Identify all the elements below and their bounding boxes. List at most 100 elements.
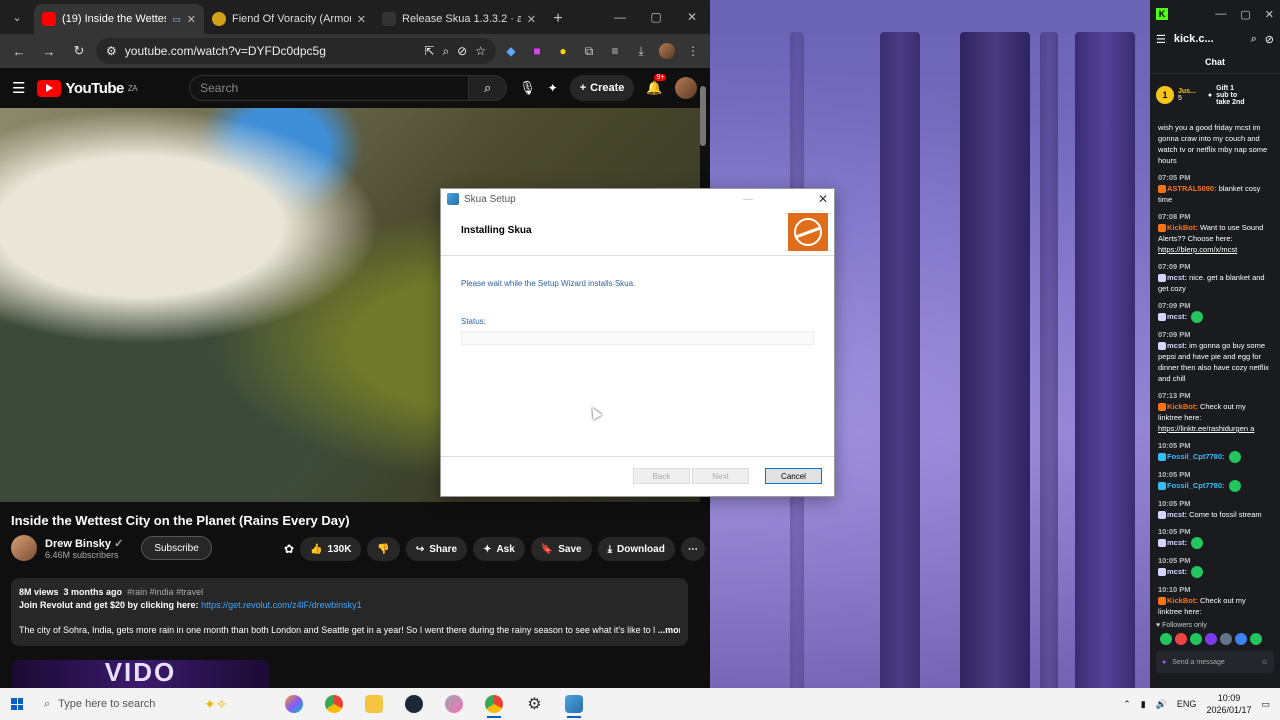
message-link[interactable]: https://blerp.com/x/mcst bbox=[1158, 244, 1272, 255]
steam-app-icon[interactable] bbox=[397, 688, 431, 720]
back-button[interactable]: Back bbox=[633, 468, 690, 484]
message-username[interactable]: mcst: bbox=[1167, 538, 1187, 547]
message-link[interactable]: https://linktr.ee/rashidurgen a bbox=[1158, 423, 1272, 434]
channel-avatar[interactable] bbox=[11, 535, 37, 561]
like-button[interactable]: 👍 130K bbox=[300, 537, 362, 561]
start-button[interactable] bbox=[0, 688, 34, 720]
emote-icon[interactable] bbox=[1220, 633, 1232, 645]
new-tab-button[interactable]: + bbox=[544, 4, 572, 34]
recommended-thumbnail[interactable]: VIDO bbox=[12, 660, 269, 688]
minimize-icon[interactable]: — bbox=[602, 0, 638, 34]
maximize-icon[interactable]: ▢ bbox=[638, 0, 674, 34]
chrome-app-icon[interactable] bbox=[317, 688, 351, 720]
bookmark-star-icon[interactable]: ☆ bbox=[475, 44, 486, 58]
next-button[interactable]: Next bbox=[692, 468, 749, 484]
message-username[interactable]: ASTRAL5090: bbox=[1167, 184, 1217, 193]
save-button[interactable]: 🔖 Save bbox=[530, 537, 592, 561]
address-bar[interactable]: ⚙ youtube.com/watch?v=DYFDc0dpc5g ⇱ ⌕ ⊘ … bbox=[96, 38, 496, 64]
eye-off-icon[interactable]: ⊘ bbox=[1265, 33, 1274, 46]
message-username[interactable]: KickBot: bbox=[1167, 596, 1198, 605]
download-button[interactable]: ⤓ Download bbox=[597, 537, 675, 561]
volume-icon[interactable]: 🔊 bbox=[1156, 699, 1167, 710]
hamburger-menu-icon[interactable]: ☰ bbox=[12, 79, 25, 97]
zoom-icon[interactable]: ⌕ bbox=[442, 44, 449, 59]
chrome-profile-app-icon[interactable] bbox=[477, 688, 511, 720]
installer-app-icon[interactable] bbox=[557, 688, 591, 720]
tune-icon[interactable]: ☰ bbox=[1156, 33, 1166, 46]
puzzle-icon[interactable]: ⧉ bbox=[578, 40, 600, 62]
profile-avatar-icon[interactable] bbox=[656, 40, 678, 62]
dislike-button[interactable]: 👎 bbox=[367, 537, 400, 561]
close-tab-icon[interactable]: ✕ bbox=[187, 13, 196, 26]
message-username[interactable]: mcst: bbox=[1167, 312, 1187, 321]
microphone-icon[interactable]: ▮ bbox=[1141, 699, 1146, 710]
channel-name[interactable]: Drew Binsky ✓ bbox=[45, 537, 123, 550]
more-actions-button[interactable]: ⋯ bbox=[680, 537, 705, 561]
gift-cta[interactable]: Gift 1 sub to take 2nd bbox=[1216, 85, 1246, 106]
message-username[interactable]: Fossil_Cpt7780: bbox=[1167, 481, 1225, 490]
settings-gear-icon[interactable]: ⚙ bbox=[517, 688, 551, 720]
avatar[interactable] bbox=[674, 77, 697, 99]
extension-icon[interactable]: ◆ bbox=[500, 40, 522, 62]
zoom-icon[interactable]: ⌕ bbox=[1251, 33, 1257, 46]
cancel-button[interactable]: Cancel bbox=[765, 468, 822, 484]
maximize-icon[interactable]: ▢ bbox=[1240, 8, 1250, 21]
message-username[interactable]: mcst: bbox=[1167, 510, 1187, 519]
hashtags[interactable]: #rain #india #travel bbox=[127, 587, 203, 597]
minimize-icon[interactable]: — bbox=[1215, 8, 1226, 21]
notification-center-icon[interactable]: ▭ bbox=[1261, 699, 1270, 710]
message-username[interactable]: Fossil_Cpt7780: bbox=[1167, 452, 1225, 461]
close-tab-icon[interactable]: ✕ bbox=[527, 13, 536, 26]
create-button[interactable]: + Create bbox=[569, 75, 635, 101]
ai-sparkle-icon[interactable]: ✦ bbox=[548, 81, 558, 95]
language-indicator[interactable]: ENG bbox=[1177, 699, 1197, 709]
install-icon[interactable]: ⇱ bbox=[424, 44, 434, 58]
back-arrow-icon[interactable]: ← bbox=[6, 38, 32, 64]
subscribe-button[interactable]: Subscribe bbox=[141, 536, 212, 560]
emote-icon[interactable] bbox=[1160, 633, 1172, 645]
mic-icon[interactable]: 🎙 bbox=[519, 80, 536, 96]
message-username[interactable]: mcst: bbox=[1167, 341, 1187, 350]
emoji-icon[interactable]: ☺ bbox=[1261, 659, 1268, 666]
download-icon[interactable]: ⤓ bbox=[630, 40, 652, 62]
emote-icon[interactable] bbox=[1235, 633, 1247, 645]
emote-icon[interactable] bbox=[1205, 633, 1217, 645]
ask-button[interactable]: ✦ Ask bbox=[473, 537, 525, 561]
description-box[interactable]: 8M views 3 months ago #rain #india #trav… bbox=[11, 578, 688, 646]
tab-skua-release[interactable]: Release Skua 1.3.3.2 · auq ✕ bbox=[374, 4, 544, 34]
notifications-bell-icon[interactable]: 🔔 9+ bbox=[646, 74, 667, 96]
menu-kebab-icon[interactable]: ⋮ bbox=[682, 40, 704, 62]
forward-arrow-icon[interactable]: → bbox=[36, 38, 62, 64]
promo-link[interactable]: https://get.revolut.com/z4lF/drewbinsky1 bbox=[201, 600, 362, 610]
file-explorer-icon[interactable] bbox=[357, 688, 391, 720]
playlist-icon[interactable]: ≡ bbox=[604, 40, 626, 62]
clock[interactable]: 10:09 2026/01/17 bbox=[1206, 692, 1251, 716]
close-icon[interactable]: ✕ bbox=[674, 0, 710, 34]
reload-icon[interactable]: ↻ bbox=[66, 38, 92, 64]
site-info-icon[interactable]: ⚙ bbox=[106, 44, 117, 58]
emote-icon[interactable] bbox=[1190, 633, 1202, 645]
share-button[interactable]: ↪ Share bbox=[405, 537, 468, 561]
message-username[interactable]: KickBot: bbox=[1167, 223, 1198, 232]
emote-icon[interactable] bbox=[1250, 633, 1262, 645]
message-username[interactable]: mcst: bbox=[1167, 273, 1187, 282]
close-tab-icon[interactable]: ✕ bbox=[357, 13, 366, 26]
taskbar-search[interactable]: ⌕ Type here to search bbox=[34, 688, 204, 720]
tab-youtube[interactable]: (19) Inside the Wettest ▭ ✕ bbox=[34, 4, 204, 34]
search-icon[interactable]: ⌕ bbox=[469, 75, 508, 101]
game-app-icon[interactable] bbox=[437, 688, 471, 720]
dialog-titlebar[interactable]: Skua Setup — ✕ bbox=[441, 189, 834, 209]
chevron-up-icon[interactable]: ⌃ bbox=[1123, 699, 1131, 710]
extension-icon[interactable]: ■ bbox=[526, 40, 548, 62]
more-link[interactable]: ...more bbox=[658, 625, 680, 635]
chat-message-input[interactable]: ● Send a message ☺ bbox=[1156, 651, 1274, 673]
eye-off-icon[interactable]: ⊘ bbox=[457, 44, 467, 58]
highlights-icon[interactable]: ✦✧ bbox=[204, 696, 227, 713]
message-username[interactable]: KickBot: bbox=[1167, 402, 1198, 411]
close-icon[interactable]: ✕ bbox=[818, 192, 828, 206]
emote-icon[interactable] bbox=[1175, 633, 1187, 645]
close-icon[interactable]: ✕ bbox=[1265, 8, 1274, 21]
copilot-app-icon[interactable] bbox=[277, 688, 311, 720]
message-username[interactable]: mcst: bbox=[1167, 567, 1187, 576]
tab-fiend[interactable]: Fiend Of Voracity (Armor) ✕ bbox=[204, 4, 374, 34]
